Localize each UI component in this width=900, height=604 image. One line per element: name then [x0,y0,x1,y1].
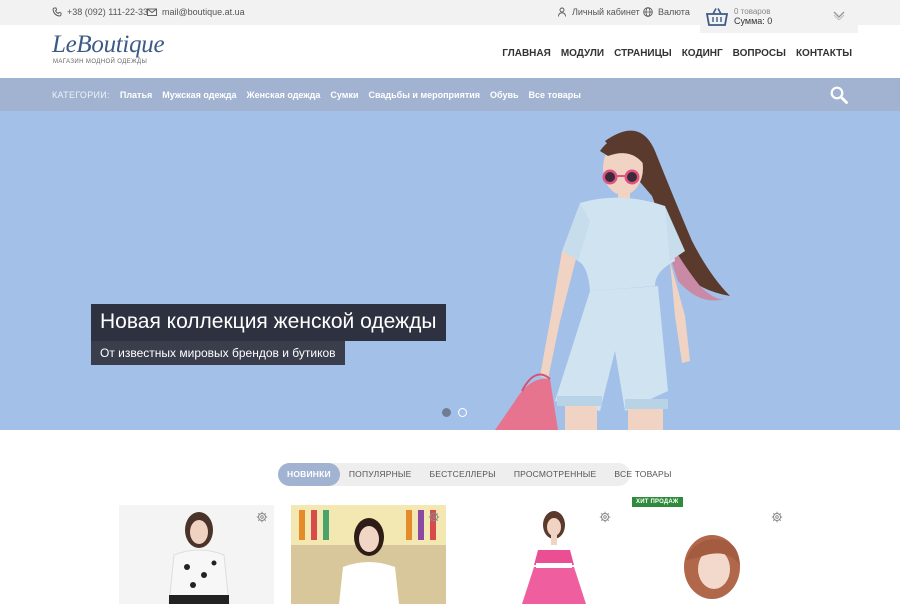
product-image [462,505,617,604]
cart-count: 0 товаров [734,7,771,16]
category-bags[interactable]: Сумки [330,90,358,100]
cart-sum: Сумма: 0 [734,16,773,26]
logo-brand: LeBoutique [52,31,165,58]
nav-item-coding[interactable]: КОДИНГ [682,48,723,59]
product-image [291,505,446,604]
hero-title: Новая коллекция женской одежды [91,304,447,341]
product-tabs: НОВИНКИ ПОПУЛЯРНЫЕ БЕСТСЕЛЛЕРЫ ПРОСМОТРЕ… [278,463,671,486]
main-nav: ГЛАВНАЯ МОДУЛИ СТРАНИЦЫ КОДИНГ ВОПРОСЫ К… [502,48,852,59]
slider-dot-2[interactable] [458,408,467,417]
category-weddings[interactable]: Свадьбы и мероприятия [369,90,481,100]
basket-icon [706,8,728,26]
category-dresses[interactable]: Платья [120,90,152,100]
nav-item-faq[interactable]: ВОПРОСЫ [733,48,786,59]
category-all[interactable]: Все товары [529,90,581,100]
currency-text: Валюта [658,7,690,17]
account-text: Личный кабинет [572,7,640,17]
product-card[interactable] [291,505,446,604]
tab-viewed[interactable]: ПРОСМОТРЕННЫЕ [505,463,606,486]
cart-widget[interactable]: 0 товаров Сумма: 0 [700,0,858,33]
nav-item-pages[interactable]: СТРАНИЦЫ [614,48,672,59]
hero-subtitle: От известных мировых брендов и бутиков [91,341,345,365]
nav-item-home[interactable]: ГЛАВНАЯ [502,48,551,59]
slider-dots [442,408,467,417]
email-text: mail@boutique.at.ua [162,7,245,17]
phone-text: +38 (092) 111-22-33 [67,7,148,17]
tab-new[interactable]: НОВИНКИ [278,463,340,486]
product-image [634,505,789,604]
chevron-down-icon[interactable] [833,10,845,20]
hero-model-image [495,130,730,430]
product-card[interactable] [462,505,617,604]
tab-bestsellers[interactable]: БЕСТСЕЛЛЕРЫ [421,463,505,486]
account-link[interactable]: Личный кабинет [557,7,640,17]
product-image [119,505,274,604]
logo-tagline: МАГАЗИН МОДНОЙ ОДЕЖДЫ [53,59,148,65]
tab-all-products[interactable]: ВСЕ ТОВАРЫ [605,463,680,486]
category-shoes[interactable]: Обувь [490,90,519,100]
mail-icon [147,8,157,16]
hero-slider[interactable]: Новая коллекция женской одежды От извест… [0,111,900,430]
category-women[interactable]: Женская одежда [246,90,320,100]
product-card[interactable] [634,505,789,604]
email-contact[interactable]: mail@boutique.at.ua [147,7,245,17]
user-icon [558,7,566,17]
categories-label: КАТЕГОРИИ: [52,90,110,100]
site-logo[interactable]: LeBoutique МАГАЗИН МОДНОЙ ОДЕЖДЫ [52,31,165,65]
tab-popular[interactable]: ПОПУЛЯРНЫЕ [340,463,421,486]
globe-icon [643,7,653,17]
currency-selector[interactable]: Валюта [643,7,690,17]
settings-gear-icon[interactable] [256,511,268,523]
phone-contact[interactable]: +38 (092) 111-22-33 [52,7,148,17]
category-men[interactable]: Мужская одежда [162,90,236,100]
phone-icon [52,7,62,17]
nav-item-contacts[interactable]: КОНТАКТЫ [796,48,852,59]
settings-gear-icon[interactable] [599,511,611,523]
settings-gear-icon[interactable] [428,511,440,523]
slider-dot-1[interactable] [442,408,451,417]
product-card[interactable] [119,505,274,604]
settings-gear-icon[interactable] [771,511,783,523]
nav-item-modules[interactable]: МОДУЛИ [561,48,604,59]
search-icon[interactable] [830,86,848,104]
category-bar: КАТЕГОРИИ: Платья Мужская одежда Женская… [0,78,900,111]
bestseller-badge: ХИТ ПРОДАЖ [632,497,683,507]
